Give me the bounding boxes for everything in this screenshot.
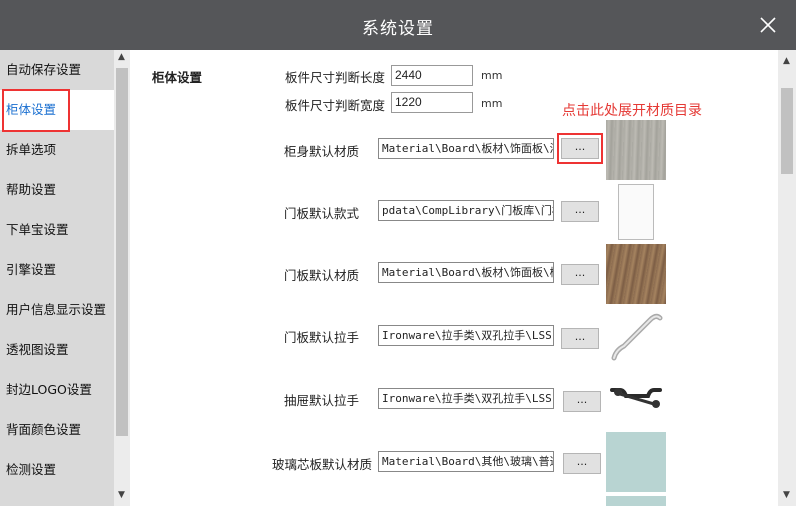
cabinet-material-thumbnail[interactable]	[606, 120, 666, 180]
cabinet-material-label: 柜身默认材质	[284, 144, 360, 159]
settings-sidebar: 自动保存设置 柜体设置 拆单选项 帮助设置 下单宝设置 引擎设置 用户信息显示设…	[0, 50, 130, 506]
sidebar-scroll-thumb[interactable]	[116, 68, 128, 436]
settings-content: 柜体设置 板件尺寸判断长度 2440 mm 板件尺寸判断宽度 1220 mm 点…	[130, 50, 778, 506]
door-handle-label: 门板默认拉手	[284, 330, 360, 345]
door-style-path[interactable]: pdata\CompLibrary\门板库\门板	[378, 200, 554, 221]
sidebar-item-autosave[interactable]: 自动保存设置	[0, 50, 114, 90]
scroll-up-icon[interactable]: ▲	[783, 56, 790, 66]
sidebar-item-split-options[interactable]: 拆单选项	[0, 130, 114, 170]
length-label: 板件尺寸判断长度	[285, 70, 386, 85]
length-input[interactable]: 2440	[391, 65, 473, 86]
sidebar-item-perspective[interactable]: 透视图设置	[0, 330, 114, 370]
width-label: 板件尺寸判断宽度	[285, 98, 386, 113]
width-unit: mm	[481, 97, 503, 110]
door-material-thumbnail[interactable]	[606, 244, 666, 304]
annotation-text: 点击此处展开材质目录	[562, 103, 702, 119]
glass-material-thumbnail[interactable]	[606, 432, 666, 492]
close-icon[interactable]	[758, 15, 778, 35]
content-scrollbar[interactable]: ▲ ▼	[778, 50, 796, 506]
door-handle-thumbnail[interactable]	[606, 306, 666, 366]
sidebar-item-detection[interactable]: 检测设置	[0, 450, 114, 490]
sidebar-item-back-color[interactable]: 背面颜色设置	[0, 410, 114, 450]
door-panel-shape	[618, 184, 654, 240]
drawer-handle-label: 抽屉默认拉手	[284, 393, 360, 408]
door-material-path[interactable]: Material\Board\板材\饰面板\橡木	[378, 262, 554, 283]
scroll-down-icon[interactable]: ▼	[783, 490, 790, 500]
door-handle-browse-button[interactable]: ...	[561, 328, 599, 349]
width-input[interactable]: 1220	[391, 92, 473, 113]
glass-material-label: 玻璃芯板默认材质	[272, 457, 373, 472]
door-handle-path[interactable]: Ironware\拉手类\双孔拉手\LSS	[378, 325, 554, 346]
sidebar-scrollbar[interactable]: ▲ ▼	[114, 50, 130, 506]
window-title: 系统设置	[362, 19, 434, 39]
highlight-box-sidebar	[2, 89, 70, 132]
sidebar-item-engine[interactable]: 引擎设置	[0, 250, 114, 290]
next-thumbnail-partial	[606, 496, 666, 506]
door-style-label: 门板默认款式	[284, 206, 360, 221]
sidebar-item-user-info[interactable]: 用户信息显示设置	[0, 290, 114, 330]
sidebar-item-edge-logo[interactable]: 封边LOGO设置	[0, 370, 114, 410]
title-bar: 系统设置	[0, 0, 796, 50]
glass-material-path[interactable]: Material\Board\其他\玻璃\普通	[378, 451, 554, 472]
scroll-down-icon[interactable]: ▼	[118, 490, 125, 500]
door-material-label: 门板默认材质	[284, 268, 360, 283]
drawer-handle-browse-button[interactable]: ...	[563, 391, 601, 412]
drawer-handle-thumbnail[interactable]	[606, 368, 666, 428]
glass-material-browse-button[interactable]: ...	[563, 453, 601, 474]
content-scroll-thumb[interactable]	[781, 88, 793, 174]
highlight-box-browse	[557, 133, 603, 164]
drawer-handle-icon	[610, 388, 662, 408]
handle-icon	[611, 313, 663, 361]
door-style-browse-button[interactable]: ...	[561, 201, 599, 222]
section-title: 柜体设置	[152, 70, 203, 85]
sidebar-item-order[interactable]: 下单宝设置	[0, 210, 114, 250]
drawer-handle-path[interactable]: Ironware\拉手类\双孔拉手\LSS	[378, 388, 554, 409]
cabinet-material-path[interactable]: Material\Board\板材\饰面板\浅灰木纹	[378, 138, 554, 159]
length-unit: mm	[481, 69, 503, 82]
door-material-browse-button[interactable]: ...	[561, 264, 599, 285]
scroll-up-icon[interactable]: ▲	[118, 52, 125, 62]
sidebar-item-help[interactable]: 帮助设置	[0, 170, 114, 210]
door-style-thumbnail[interactable]	[606, 182, 666, 242]
